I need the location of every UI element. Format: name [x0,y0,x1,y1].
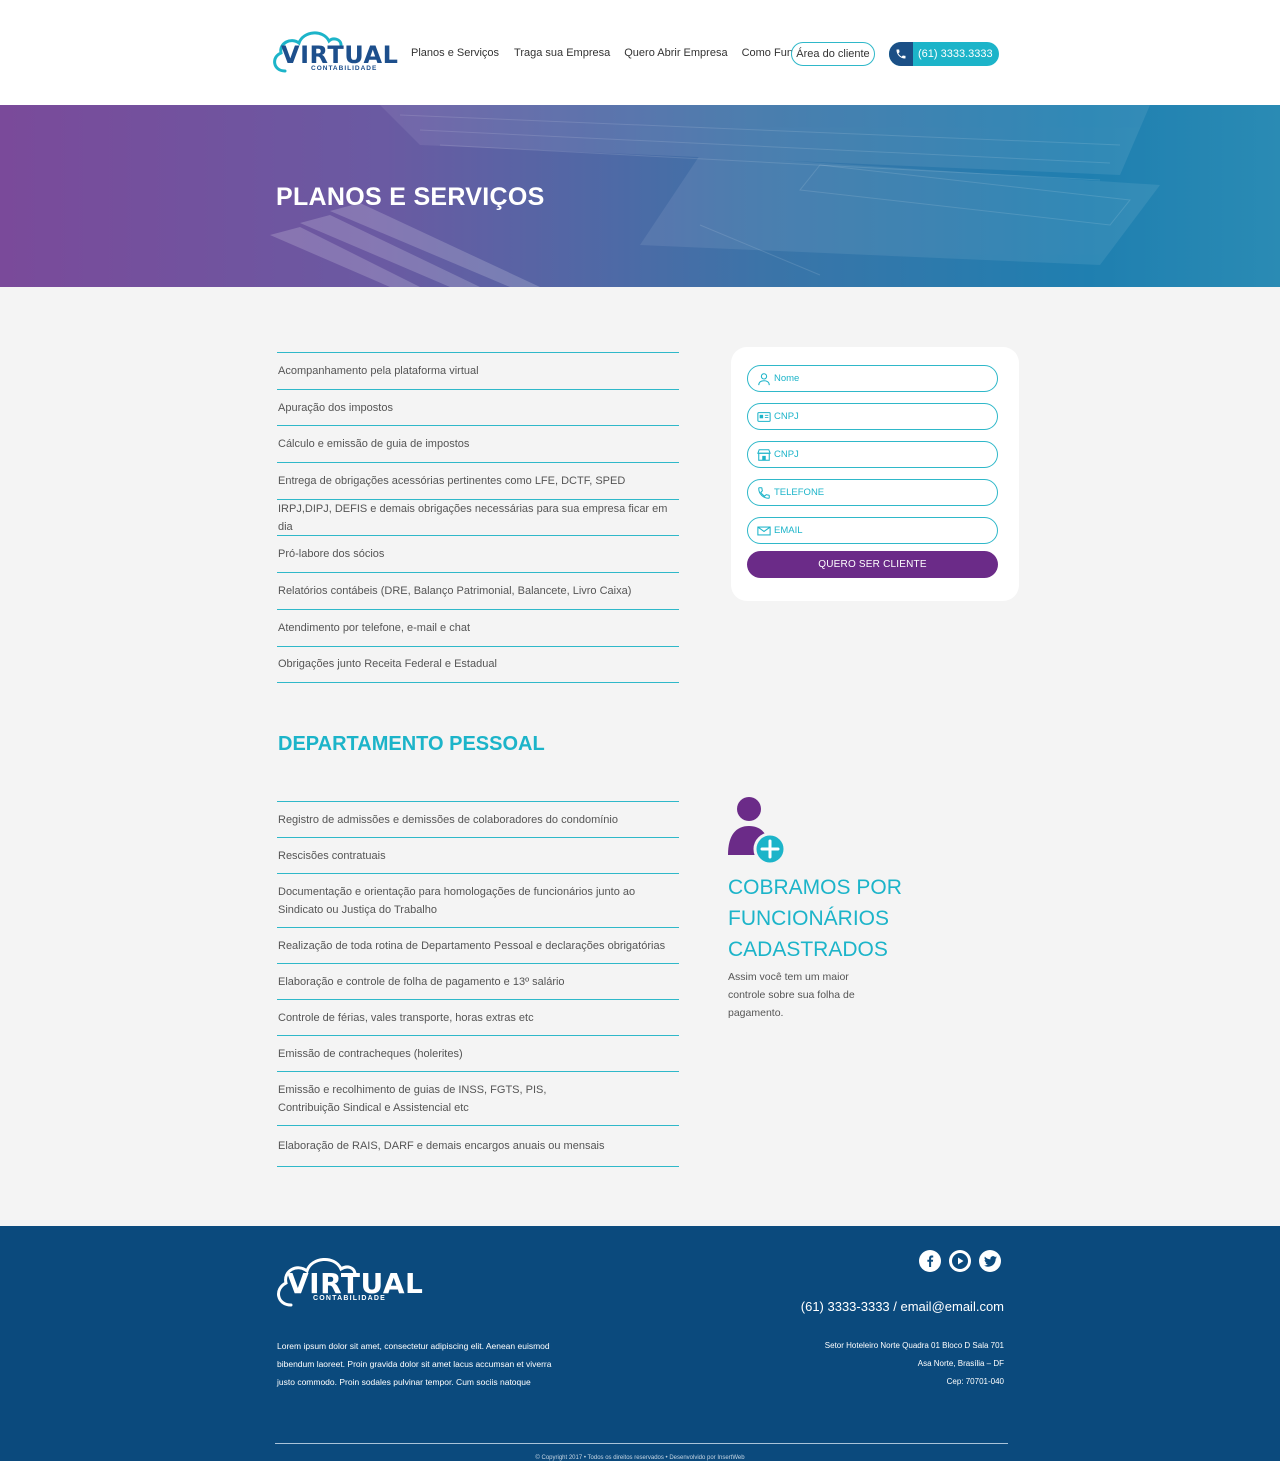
list-item: Entrega de obrigações acessórias pertine… [277,463,679,500]
logo-subtext: CONTABILIDADE [311,65,378,72]
list-item: Atendimento por telefone, e-mail e chat [277,610,679,647]
phone-icon [889,42,913,66]
field-label: Nome [774,373,800,384]
field-label: EMAIL [774,525,803,536]
list-item: Realização de toda rotina de Departament… [277,928,679,964]
list-item: Apuração dos impostos [277,390,679,427]
logo[interactable]: VIRTUAL CONTABILIDADE [271,27,398,77]
footer-address: Setor Hoteleiro Norte Quadra 01 Bloco D … [825,1337,1004,1391]
site-footer: VIRTUAL CONTABILIDADE Lorem ipsum dolor … [0,1226,1280,1461]
promo-title: COBRAMOS POR FUNCIONÁRIOS CADASTRADOS [728,876,902,961]
footer-contact: (61) 3333-3333 / email@email.com [800,1299,1004,1314]
field-label: CNPJ [774,411,799,422]
footer-about: Lorem ipsum dolor sit amet, consectetur … [277,1341,552,1387]
facebook-icon[interactable] [919,1250,941,1272]
field-label: CNPJ [774,449,799,460]
nav-planos[interactable]: Planos e Serviços [411,47,499,59]
twitter-icon[interactable] [979,1250,1001,1272]
signup-form: Nome CNPJ CNPJ TELEFONE EMAIL QUERO SER … [731,347,1019,601]
address-line: Asa Norte, Brasília – DF [917,1359,1004,1368]
phone-button[interactable]: (61) 3333.3333 [889,42,999,66]
list-item: Emissão de contracheques (holerites) [277,1036,679,1072]
list-item: Emissão e recolhimento de guias de INSS,… [277,1072,679,1126]
nav-abrir[interactable]: Quero Abrir Empresa [624,47,727,59]
nav-traga[interactable]: Traga sua Empresa [514,47,610,59]
cnpj-field[interactable]: CNPJ [747,403,998,430]
hero-banner: PLANOS E SERVIÇOS [0,105,1280,287]
cnpj-field-2[interactable]: CNPJ [747,441,998,468]
list-item: Relatórios contábeis (DRE, Balanço Patri… [277,573,679,610]
email-field[interactable]: EMAIL [747,517,998,544]
list-item: IRPJ,DIPJ, DEFIS e demais obrigações nec… [277,500,679,537]
client-area-button[interactable]: Área do cliente [791,42,875,66]
submit-button[interactable]: QUERO SER CLIENTE [747,551,998,578]
list-item: Elaboração e controle de folha de pagame… [277,964,679,1000]
mail-icon [757,526,771,536]
list-item: Controle de férias, vales transporte, ho… [277,1000,679,1036]
field-label: TELEFONE [774,487,825,498]
site-header: VIRTUAL CONTABILIDADE Planos e Serviços … [0,0,1280,105]
id-card-icon [757,412,771,422]
list-item: Registro de admissões e demissões de col… [277,802,679,838]
list-item: Pró-labore dos sócios [277,536,679,574]
user-icon [758,373,770,386]
list-item: Obrigações junto Receita Federal e Estad… [277,647,679,684]
address-line: Setor Hoteleiro Norte Quadra 01 Bloco D … [824,1341,1004,1350]
add-user-icon [728,797,787,865]
address-line: Cep: 70701-040 [946,1377,1004,1386]
services-list: Acompanhamento pela plataforma virtual A… [277,352,679,684]
dept-list: Registro de admissões e demissões de col… [277,801,679,1167]
name-field[interactable]: Nome [747,365,998,392]
list-item: Acompanhamento pela plataforma virtual [277,353,679,390]
list-item: Rescisões contratuais [277,838,679,874]
social-links [919,1250,1009,1272]
footer-logo[interactable]: VIRTUAL CONTABILIDADE [275,1253,423,1309]
page-title: PLANOS E SERVIÇOS [276,183,545,211]
phone-number: (61) 3333.3333 [918,48,993,60]
list-item: Elaboração de RAIS, DARF e demais encarg… [277,1126,679,1167]
section-title: DEPARTAMENTO PESSOAL [278,733,545,755]
phone-field[interactable]: TELEFONE [747,479,998,506]
store-icon [757,449,771,461]
list-item: Documentação e orientação para homologaç… [277,874,679,928]
logo-subtext: CONTABILIDADE [313,1295,387,1302]
copyright: © Copyright 2017 • Todos os direitos res… [535,1455,745,1461]
main-nav: Planos e Serviços Traga sua Empresa Quer… [411,47,833,59]
footer-divider [275,1443,1008,1444]
promo-text: Assim você tem um maior controle sobre s… [728,971,855,1019]
youtube-icon[interactable] [949,1250,971,1272]
phone-icon [758,487,770,499]
laptop-chart-illustration [270,105,1160,287]
list-item: Cálculo e emissão de guia de impostos [277,426,679,464]
